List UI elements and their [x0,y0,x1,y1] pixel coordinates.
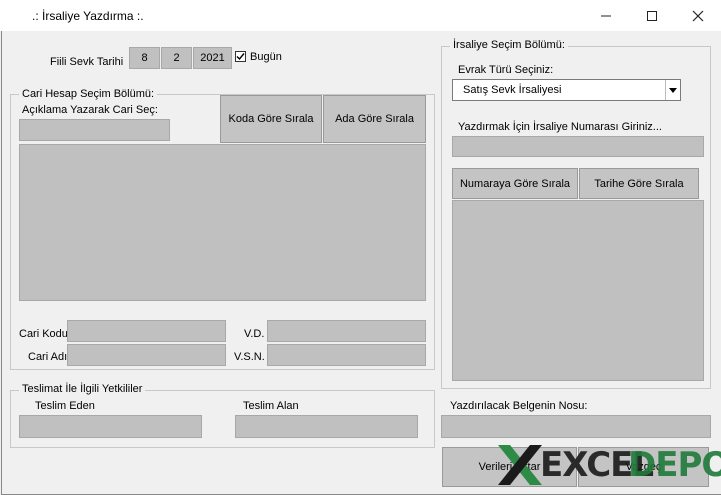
sort-by-code-label: Koda Göre Sırala [228,113,314,125]
date-month-field[interactable]: 2 [161,47,192,69]
sort-by-name-label: Ada Göre Sırala [335,113,414,125]
today-label: Bugün [250,51,282,63]
date-year-field[interactable]: 2021 [193,47,232,69]
cari-search-input[interactable] [19,119,170,141]
minimize-icon[interactable] [583,0,629,31]
maximize-icon[interactable] [629,0,675,31]
vd-label: V.D. [244,328,265,340]
copies-field[interactable] [441,415,711,438]
cari-search-label: Açıklama Yazarak Cari Seç: [22,104,158,116]
vd-field[interactable] [267,320,426,342]
date-day-field[interactable]: 8 [129,47,160,69]
number-label: Yazdırmak İçin İrsaliye Numarası Giriniz… [458,121,662,133]
sort-by-date-button[interactable]: Tarihe Göre Sırala [579,168,699,199]
doc-type-selected: Satış Sevk İrsaliyesi [463,84,562,96]
delivered-by-field[interactable] [19,415,202,438]
cari-code-label: Cari Kodu [19,328,68,340]
teslimat-group-title: Teslimat İle İlgili Yetkililer [19,383,146,395]
window-title: .: İrsaliye Yazdırma :. [32,9,144,23]
dropdown-arrow-icon[interactable] [665,80,680,100]
irsaliye-group-title: İrsaliye Seçim Bölümü: [450,39,568,51]
number-input[interactable] [452,136,704,157]
received-by-field[interactable] [235,415,418,438]
cari-name-field[interactable] [67,344,226,366]
title-bar: .: İrsaliye Yazdırma :. [0,0,721,31]
vsn-field[interactable] [267,344,426,366]
cancel-button[interactable]: Vazgeç [578,447,709,487]
sort-by-date-label: Tarihe Göre Sırala [594,177,684,190]
cancel-button-label: Vazgeç [625,461,662,473]
close-glyph [692,10,704,21]
cari-name-label: Cari Adı [28,351,68,363]
sort-by-number-label: Numaraya Göre Sırala [459,177,571,190]
cari-list[interactable] [19,144,426,301]
print-button[interactable]: Verileri Aktar [442,447,577,487]
cari-code-field[interactable] [67,320,226,342]
print-button-label: Verileri Aktar [478,461,541,473]
sort-by-code-button[interactable]: Koda Göre Sırala [220,95,322,143]
copies-label: Yazdırılacak Belgenin Nosu: [450,400,588,412]
sort-by-number-button[interactable]: Numaraya Göre Sırala [452,168,578,199]
sevk-date-label: Fiili Sevk Tarihi [50,56,124,68]
maximize-glyph [647,10,657,21]
vsn-label: V.S.N. [234,351,265,363]
received-by-label: Teslim Alan [243,400,299,412]
delivered-by-label: Teslim Eden [35,400,95,412]
doc-type-label: Evrak Türü Seçiniz: [458,64,554,76]
minimize-glyph [601,15,611,16]
chevron-down-glyph [669,87,677,93]
doc-type-select[interactable]: Satış Sevk İrsaliyesi [452,79,681,101]
sort-by-name-button[interactable]: Ada Göre Sırala [323,95,426,143]
cari-group-title: Cari Hesap Seçim Bölümü: [19,88,158,100]
today-checkbox[interactable] [235,51,246,62]
irsaliye-list[interactable] [452,200,704,381]
check-icon [236,53,245,61]
close-icon[interactable] [675,0,721,31]
